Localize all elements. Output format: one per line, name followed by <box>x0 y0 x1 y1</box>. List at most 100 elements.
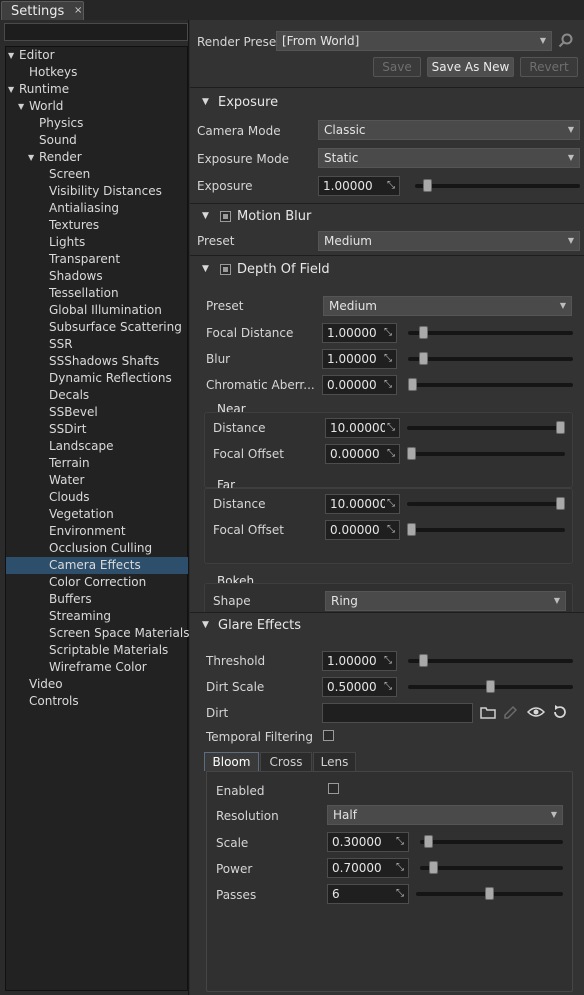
resolution-dropdown[interactable]: Half ▼ <box>327 805 563 825</box>
tree-item-transparent[interactable]: Transparent <box>6 251 188 268</box>
passes-slider-handle[interactable] <box>485 887 494 900</box>
spin-icon[interactable]: ⤡ <box>382 351 394 367</box>
spin-icon[interactable]: ⤡ <box>394 860 406 876</box>
exposure-input[interactable]: 1.00000 ⤡ <box>318 176 400 196</box>
near-distance-slider-handle[interactable] <box>556 421 565 434</box>
motion-blur-preset-dropdown[interactable]: Medium ▼ <box>318 231 580 251</box>
tree-item-sound[interactable]: Sound <box>6 132 188 149</box>
threshold-input[interactable]: 1.00000 ⤡ <box>322 651 397 671</box>
camera-mode-dropdown[interactable]: Classic ▼ <box>318 120 580 140</box>
folder-icon[interactable] <box>480 705 496 719</box>
threshold-slider-track[interactable] <box>408 659 573 663</box>
tree-item-subsurface-scattering[interactable]: Subsurface Scattering <box>6 319 188 336</box>
glare-effects-header[interactable]: ▼ Glare Effects <box>190 615 584 637</box>
tree-item-environment[interactable]: Environment <box>6 523 188 540</box>
tree-item-world[interactable]: ▼ World <box>6 98 188 115</box>
temporal-filtering-checkbox[interactable] <box>323 730 334 741</box>
far-focal-offset-slider-track[interactable] <box>407 528 565 532</box>
tree-item-buffers[interactable]: Buffers <box>6 591 188 608</box>
spin-icon[interactable]: ⤡ <box>382 325 394 341</box>
tree-item-runtime[interactable]: ▼ Runtime <box>6 81 188 98</box>
dof-preset-dropdown[interactable]: Medium ▼ <box>323 296 572 316</box>
tree-item-vegetation[interactable]: Vegetation <box>6 506 188 523</box>
tree-item-global-illumination[interactable]: Global Illumination <box>6 302 188 319</box>
tree-item-video[interactable]: Video <box>6 676 188 693</box>
spin-icon[interactable]: ⤡ <box>385 522 397 538</box>
tree-item-editor[interactable]: ▼ Editor <box>6 47 188 64</box>
tree-search-input[interactable] <box>4 23 188 41</box>
tree-item-occlusion-culling[interactable]: Occlusion Culling <box>6 540 188 557</box>
tree-item-wireframe-color[interactable]: Wireframe Color <box>6 659 188 676</box>
power-slider-handle[interactable] <box>429 861 439 874</box>
tree-item-textures[interactable]: Textures <box>6 217 188 234</box>
motion-blur-header[interactable]: ▼ Motion Blur <box>190 206 584 228</box>
tab-settings[interactable]: Settings × <box>1 1 84 21</box>
tree-item-screen-space-materials[interactable]: Screen Space Materials <box>6 625 189 642</box>
render-preset-dropdown[interactable]: [From World] ▼ <box>276 31 552 51</box>
tree-item-landscape[interactable]: Landscape <box>6 438 188 455</box>
spin-icon[interactable]: ⤡ <box>382 679 394 695</box>
near-distance-input[interactable]: 10.00000 ⤡ <box>325 418 400 438</box>
focal-distance-input[interactable]: 1.00000 ⤡ <box>322 323 397 343</box>
tree-item-screen[interactable]: Screen <box>6 166 188 183</box>
spin-icon[interactable]: ⤡ <box>385 420 397 436</box>
tab-lens[interactable]: Lens <box>313 752 356 771</box>
tree-item-camera-effects[interactable]: Camera Effects <box>6 557 188 574</box>
chromatic-slider-track[interactable] <box>408 383 573 387</box>
spin-icon[interactable]: ⤡ <box>394 834 406 850</box>
chromatic-input[interactable]: 0.00000 ⤡ <box>322 375 397 395</box>
spin-icon[interactable]: ⤡ <box>385 178 397 194</box>
tree-item-physics[interactable]: Physics <box>6 115 188 132</box>
depth-of-field-checkbox[interactable] <box>220 264 231 275</box>
spin-icon[interactable]: ⤡ <box>385 496 397 512</box>
tree-item-clouds[interactable]: Clouds <box>6 489 188 506</box>
near-focal-offset-slider-track[interactable] <box>407 452 565 456</box>
expand-arrow-icon[interactable]: ▼ <box>8 47 14 64</box>
far-distance-input[interactable]: 10.00000 ⤡ <box>325 494 400 514</box>
eye-icon[interactable] <box>527 705 545 719</box>
tree-item-water[interactable]: Water <box>6 472 188 489</box>
save-as-new-button[interactable]: Save As New <box>427 57 514 77</box>
bloom-enabled-checkbox[interactable] <box>328 783 339 794</box>
exposure-slider-handle[interactable] <box>422 179 432 192</box>
tree-item-streaming[interactable]: Streaming <box>6 608 188 625</box>
spin-icon[interactable]: ⤡ <box>382 377 394 393</box>
expand-arrow-icon[interactable]: ▼ <box>8 81 14 98</box>
scale-input[interactable]: 0.30000 ⤡ <box>327 832 409 852</box>
tree-item-visibility-distances[interactable]: Visibility Distances <box>6 183 188 200</box>
dirt-texture-field[interactable] <box>322 703 473 723</box>
expand-arrow-icon[interactable]: ▼ <box>18 98 24 115</box>
exposure-mode-dropdown[interactable]: Static ▼ <box>318 148 580 168</box>
tree-item-terrain[interactable]: Terrain <box>6 455 188 472</box>
tree-item-shadows[interactable]: Shadows <box>6 268 188 285</box>
tree-item-controls[interactable]: Controls <box>6 693 188 710</box>
tree-item-ssdirt[interactable]: SSDirt <box>6 421 188 438</box>
search-icon[interactable] <box>558 33 574 49</box>
power-slider-track[interactable] <box>420 866 563 870</box>
revert-button[interactable]: Revert <box>520 57 578 77</box>
dirt-scale-slider-handle[interactable] <box>486 680 495 693</box>
tree-item-decals[interactable]: Decals <box>6 387 188 404</box>
tree-item-antialiasing[interactable]: Antialiasing <box>6 200 188 217</box>
spin-icon[interactable]: ⤡ <box>385 446 397 462</box>
tree-item-ssshadows-shafts[interactable]: SSShadows Shafts <box>6 353 188 370</box>
focal-distance-slider-handle[interactable] <box>418 326 428 339</box>
spin-icon[interactable]: ⤡ <box>394 886 406 902</box>
close-icon[interactable]: × <box>74 5 82 16</box>
edit-icon[interactable] <box>503 705 519 719</box>
threshold-slider-handle[interactable] <box>418 654 428 667</box>
tree-item-scriptable-materials[interactable]: Scriptable Materials <box>6 642 188 659</box>
blur-input[interactable]: 1.00000 ⤡ <box>322 349 397 369</box>
reset-icon[interactable] <box>552 704 568 720</box>
tree-item-hotkeys[interactable]: Hotkeys <box>6 64 188 81</box>
tree-item-tessellation[interactable]: Tessellation <box>6 285 188 302</box>
far-focal-offset-slider-handle[interactable] <box>407 523 416 536</box>
tree-item-render[interactable]: ▼ Render <box>6 149 188 166</box>
far-distance-slider-handle[interactable] <box>556 497 565 510</box>
blur-slider-handle[interactable] <box>418 352 428 365</box>
tree-item-dynamic-reflections[interactable]: Dynamic Reflections <box>6 370 188 387</box>
depth-of-field-header[interactable]: ▼ Depth Of Field <box>190 259 584 281</box>
focal-distance-slider-track[interactable] <box>408 331 573 335</box>
power-input[interactable]: 0.70000 ⤡ <box>327 858 409 878</box>
tree-item-lights[interactable]: Lights <box>6 234 188 251</box>
